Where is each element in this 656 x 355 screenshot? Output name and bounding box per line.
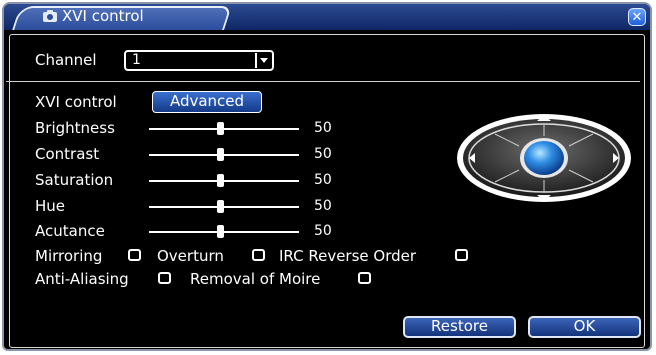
ok-button[interactable]: OK [528,316,641,338]
anti-aliasing-checkbox[interactable] [158,272,171,284]
direction-pad[interactable] [455,112,633,204]
brightness-value: 50 [314,120,332,136]
mirroring-label: Mirroring [35,247,103,265]
irc-reverse-order-label: IRC Reverse Order [279,247,417,265]
channel-select[interactable]: 1 [124,50,274,71]
xvi-control-label: XVI control [35,93,117,111]
divider [6,81,640,82]
channel-label: Channel [35,51,97,69]
hue-slider[interactable] [149,200,299,213]
dialog-title: XVI control [62,7,144,25]
removal-of-moire-label: Removal of Moire [190,270,321,288]
contrast-value: 50 [314,146,332,162]
acutance-slider[interactable] [149,225,299,238]
removal-of-moire-checkbox[interactable] [358,272,371,284]
hue-label: Hue [35,197,66,215]
restore-button[interactable]: Restore [403,316,516,338]
brightness-slider[interactable] [149,122,299,135]
brightness-slider-thumb[interactable] [216,122,224,135]
mirroring-checkbox[interactable] [128,249,141,261]
overturn-checkbox[interactable] [252,249,265,261]
close-button[interactable]: ✕ [628,8,646,26]
saturation-slider[interactable] [149,174,299,187]
brightness-label: Brightness [35,119,115,137]
acutance-slider-thumb[interactable] [216,225,224,238]
irc-reverse-order-checkbox[interactable] [455,249,468,261]
overturn-label: Overturn [157,247,224,265]
hue-value: 50 [314,198,332,214]
center-button[interactable] [524,141,564,175]
title-bar: XVI control ✕ [4,4,650,30]
advanced-button[interactable]: Advanced [152,91,262,113]
contrast-slider-thumb[interactable] [216,148,224,161]
saturation-label: Saturation [35,171,114,189]
hue-slider-thumb[interactable] [216,200,224,213]
anti-aliasing-label: Anti-Aliasing [35,270,129,288]
chevron-down-icon[interactable] [255,53,271,68]
contrast-label: Contrast [35,145,100,163]
acutance-label: Acutance [35,222,105,240]
channel-select-value: 1 [132,52,141,68]
camera-icon [43,10,57,22]
saturation-slider-thumb[interactable] [216,174,224,187]
acutance-value: 50 [314,223,332,239]
saturation-value: 50 [314,172,332,188]
contrast-slider[interactable] [149,148,299,161]
